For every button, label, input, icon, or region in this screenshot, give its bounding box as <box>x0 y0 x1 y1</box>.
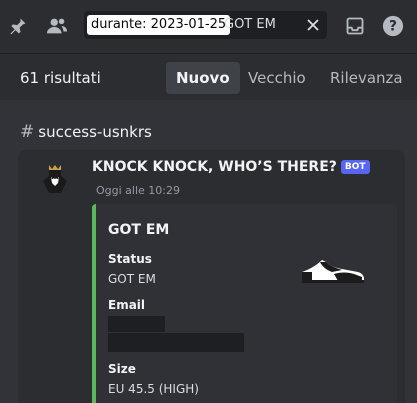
sneaker-thumbnail[interactable] <box>298 250 368 290</box>
embed-field-name: Status <box>108 252 152 266</box>
search-filter-chip[interactable]: durante: 2023-01-25 <box>87 15 231 35</box>
tab-rilevanza[interactable]: Rilevanza <box>320 62 413 94</box>
search-input[interactable]: durante: 2023-01-25 GOT EM <box>84 11 327 39</box>
svg-text:?: ? <box>389 19 397 35</box>
author-name[interactable]: KNOCK KNOCK, WHO’S THERE? <box>92 159 337 175</box>
embed-field-value: GOT EM <box>108 272 156 286</box>
toolbar: durante: 2023-01-25 GOT EM ? <box>0 0 417 53</box>
embed-field-name: Email <box>108 298 146 312</box>
bot-badge: BOT <box>340 160 370 174</box>
avatar[interactable] <box>38 163 72 197</box>
help-icon[interactable]: ? <box>381 14 405 38</box>
embed-field-value: EU 45.5 (HIGH) <box>108 382 199 396</box>
pin-icon[interactable] <box>6 14 30 38</box>
message-author[interactable]: KNOCK KNOCK, WHO’S THERE? BOT <box>92 159 370 175</box>
redacted-email <box>108 333 244 352</box>
hash-icon: # <box>20 122 35 142</box>
tab-nuovo[interactable]: Nuovo <box>166 62 240 94</box>
channel-name: success-usnkrs <box>38 123 152 141</box>
embed-field-name: Size <box>108 362 136 376</box>
message-timestamp: Oggi alle 10:29 <box>96 184 180 197</box>
channel-heading[interactable]: # success-usnkrs <box>20 122 152 142</box>
tab-vecchio[interactable]: Vecchio <box>238 62 316 94</box>
results-count: 61 risultati <box>20 69 101 87</box>
members-icon[interactable] <box>45 14 69 38</box>
search-query[interactable]: GOT EM <box>224 15 276 35</box>
close-icon[interactable] <box>303 15 323 35</box>
inbox-icon[interactable] <box>343 14 367 38</box>
embed-title: GOT EM <box>108 222 170 238</box>
search-results-header: 61 risultati Nuovo Vecchio Rilevanza <box>0 53 417 100</box>
redacted-email <box>108 316 165 332</box>
